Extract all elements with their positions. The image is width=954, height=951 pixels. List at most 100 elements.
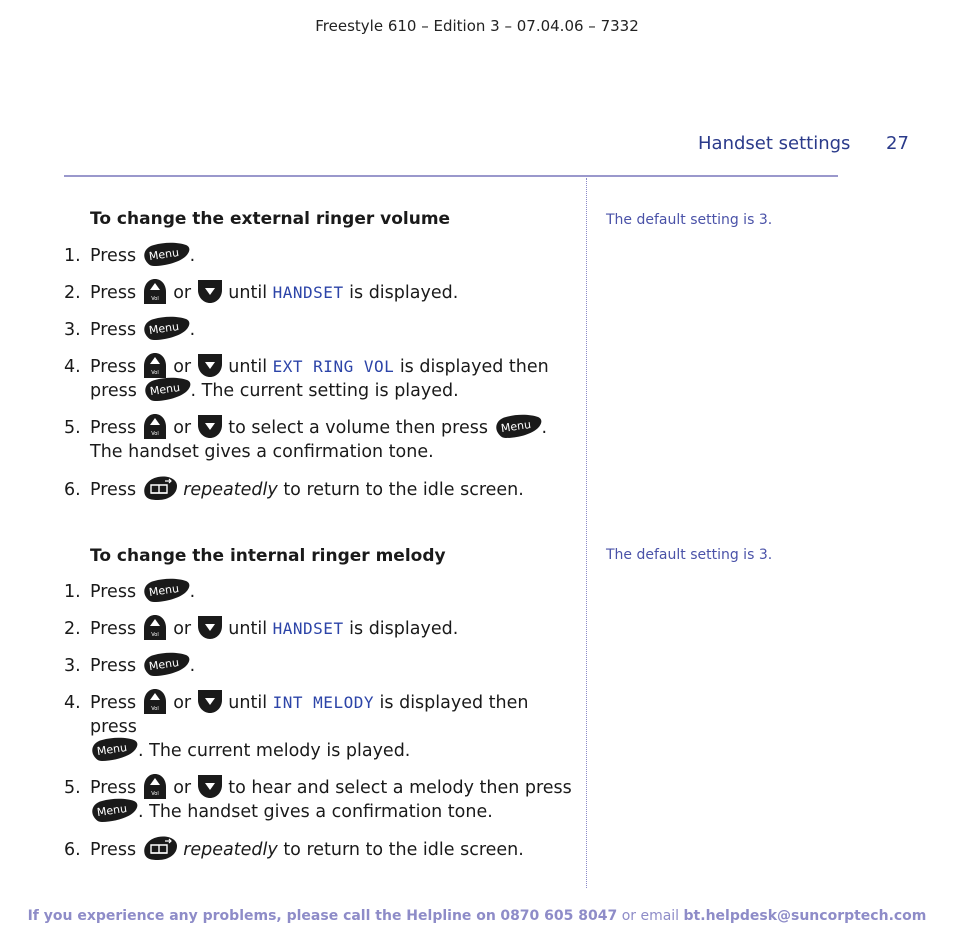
step-text: . (189, 582, 196, 602)
menu-key-icon: Menu (90, 797, 138, 823)
section-heading: To change the external ringer volume (90, 209, 451, 229)
svg-text:Vol: Vol (151, 791, 158, 797)
step-text: Press (90, 693, 137, 713)
step-text: until (228, 357, 268, 377)
step-number: 5. (64, 418, 81, 438)
step-number: 2. (64, 283, 81, 303)
down-arrow-key-icon (197, 614, 223, 640)
svg-text:Vol: Vol (151, 296, 158, 302)
menu-key-icon: Menu (143, 376, 191, 402)
step-2: 2. Press Vol or until HANDSET is display… (64, 617, 574, 641)
down-arrow-key-icon (197, 352, 223, 378)
phonebook-back-key-icon (142, 475, 178, 501)
step-emphasis: repeatedly (183, 840, 278, 860)
helpline-phone-number: 0870 605 8047 (500, 908, 618, 924)
step-text: Press (90, 778, 137, 798)
step-number: 3. (64, 656, 81, 676)
display-text-int-melody: INT MELODY (272, 693, 374, 712)
down-arrow-key-icon (197, 278, 223, 304)
header-rule (64, 175, 838, 177)
step-text: Press (90, 480, 137, 500)
step-number: 1. (64, 582, 81, 602)
step-6: 6. Press repeatedly to return to the idl… (64, 478, 574, 502)
step-number: 4. (64, 357, 81, 377)
menu-key-icon: Menu (494, 413, 542, 439)
step-1: 1. Press Menu. (64, 244, 574, 268)
step-text: until (228, 283, 268, 303)
menu-key-icon: Menu (142, 577, 190, 603)
section-heading: To change the internal ringer melody (90, 546, 446, 566)
side-note-default-volume: The default setting is 3. (606, 212, 773, 228)
step-text: Press (90, 246, 137, 266)
step-text: or (173, 357, 192, 377)
step-3: 3. Press Menu. (64, 654, 574, 678)
step-text: Press (90, 418, 137, 438)
step-emphasis: repeatedly (183, 480, 278, 500)
step-text: Press (90, 840, 137, 860)
step-3: 3. Press Menu. (64, 318, 574, 342)
document-id: Freestyle 610 – Edition 3 – 07.04.06 – 7… (315, 17, 639, 35)
column-divider (586, 178, 587, 888)
step-number: 5. (64, 778, 81, 798)
svg-text:Vol: Vol (151, 632, 158, 638)
step-4: 4. Press Vol or until INT MELODY is disp… (64, 691, 574, 763)
step-text: Press (90, 656, 137, 676)
volume-up-key-icon: Vol (142, 688, 168, 714)
footer-middle: or email (621, 908, 680, 924)
menu-key-icon: Menu (142, 315, 190, 341)
step-text: . (189, 656, 196, 676)
step-text: Press (90, 619, 137, 639)
menu-key-icon: Menu (90, 736, 138, 762)
step-2: 2. Press Vol or until HANDSET is display… (64, 281, 574, 305)
step-number: 4. (64, 693, 81, 713)
display-text-handset: HANDSET (272, 619, 344, 638)
step-text: . (189, 246, 196, 266)
step-text: or (173, 283, 192, 303)
step-number: 6. (64, 480, 81, 500)
step-text: The handset gives a confirmation tone. (90, 442, 434, 462)
menu-key-icon: Menu (142, 651, 190, 677)
step-text: . (541, 418, 548, 438)
step-4: 4. Press Vol or until EXT RING VOL is di… (64, 355, 574, 403)
svg-text:Vol: Vol (151, 431, 158, 437)
step-text: is displayed. (349, 283, 459, 303)
step-number: 2. (64, 619, 81, 639)
step-text: . (189, 320, 196, 340)
step-text: Press (90, 320, 137, 340)
step-text: to select a volume then press (228, 418, 488, 438)
step-text: to return to the idle screen. (283, 840, 524, 860)
menu-key-icon: Menu (142, 241, 190, 267)
step-6: 6. Press repeatedly to return to the idl… (64, 838, 574, 862)
step-text: . The handset gives a confirmation tone. (138, 802, 493, 822)
helpline-footer: If you experience any problems, please c… (0, 908, 954, 924)
svg-text:Vol: Vol (151, 706, 158, 712)
volume-up-key-icon: Vol (142, 352, 168, 378)
side-note-default-melody: The default setting is 3. (606, 547, 773, 563)
step-text: or (173, 418, 192, 438)
section-external-ringer-volume: To change the external ringer volume 1. … (64, 206, 574, 502)
display-text-ext-ring-vol: EXT RING VOL (272, 357, 395, 376)
footer-lead: If you experience any problems, please c… (27, 908, 496, 924)
step-5: 5. Press Vol or to hear and select a mel… (64, 776, 574, 824)
steps-list: 1. Press Menu. 2. Press Vol or until HAN… (64, 580, 574, 862)
volume-up-key-icon: Vol (142, 614, 168, 640)
step-text: or (173, 778, 192, 798)
page-number: 27 (886, 133, 909, 154)
down-arrow-key-icon (197, 413, 223, 439)
steps-list: 1. Press Menu. 2. Press Vol or until HAN… (64, 244, 574, 502)
step-5: 5. Press Vol or to select a volume then … (64, 416, 574, 464)
step-text: to return to the idle screen. (283, 480, 524, 500)
volume-up-key-icon: Vol (142, 773, 168, 799)
down-arrow-key-icon (197, 773, 223, 799)
step-text: until (228, 619, 268, 639)
step-text: Press (90, 582, 137, 602)
section-internal-ringer-melody: To change the internal ringer melody 1. … (64, 543, 574, 862)
step-text: until (228, 693, 268, 713)
step-text: Press (90, 283, 137, 303)
step-1: 1. Press Menu. (64, 580, 574, 604)
helpdesk-email-link[interactable]: bt.helpdesk@suncorptech.com (684, 908, 927, 924)
step-text: Press (90, 357, 137, 377)
step-text: or (173, 619, 192, 639)
section-title: Handset settings (698, 133, 851, 154)
step-number: 1. (64, 246, 81, 266)
